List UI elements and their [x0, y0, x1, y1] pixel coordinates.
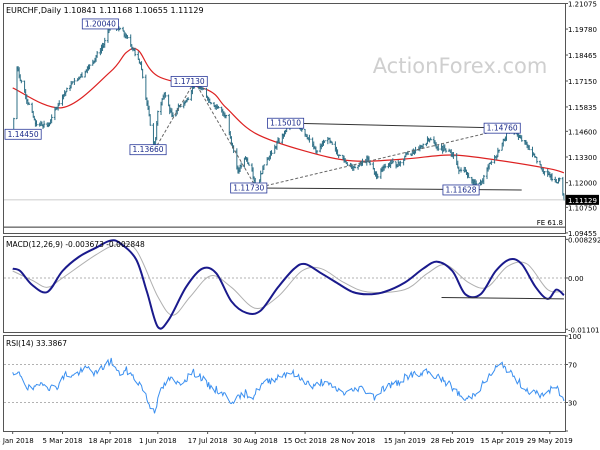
fe-label: FE 61.8 [537, 219, 563, 227]
x-tick-label: 15 Jan 2019 [384, 437, 426, 445]
price-label: 1.14760 [487, 124, 518, 133]
rsi-y-tick-label: 70 [568, 362, 577, 370]
x-tick-label: 1 Jun 2018 [139, 437, 177, 445]
macd-y-tick-label: 0.008292 [568, 236, 600, 244]
price-y-tick-label: 1.12000 [568, 180, 597, 188]
watermark: ActionForex.com [373, 54, 548, 78]
rsi-y-tick-label: 100 [568, 333, 581, 341]
x-tick-label: 30 Aug 2018 [233, 437, 278, 445]
price-y-tick-label: 1.10750 [568, 204, 597, 212]
x-tick-label: 28 Feb 2019 [431, 437, 475, 445]
price-y-tick-label: 1.18465 [568, 52, 597, 60]
price-y-tick-label: 1.15835 [568, 104, 597, 112]
price-y-tick-label: 1.13300 [568, 154, 597, 162]
eurchf-daily-chart: ActionForex.com FE 61.8 1.111291.200401.… [0, 0, 600, 450]
price-label: 1.20040 [85, 19, 116, 28]
x-tick-label: 18 Jan 2018 [0, 437, 34, 445]
price-label: 1.13660 [133, 145, 164, 154]
rsi-title: RSI(14) 33.3867 [6, 339, 67, 348]
x-tick-label: 18 Apr 2018 [88, 437, 131, 445]
price-label: 1.11730 [233, 183, 264, 192]
macd-y-tick-label: 0.00 [568, 275, 584, 283]
price-y-tick-label: 1.19780 [568, 26, 597, 34]
price-y-tick-label: 1.21075 [568, 1, 597, 9]
price-label: 1.15010 [270, 119, 301, 128]
x-tick-label: 15 Oct 2018 [283, 437, 326, 445]
rsi-y-tick-label: 30 [568, 400, 577, 408]
macd-title: MACD(12,26,9) -0.003673 -0.002848 [6, 240, 145, 249]
x-tick-label: 29 May 2019 [527, 437, 573, 445]
x-tick-label: 15 Apr 2019 [481, 437, 524, 445]
price-y-tick-label: 1.17150 [568, 78, 597, 86]
x-tick-label: 28 Nov 2018 [330, 437, 375, 445]
price-label: 1.11628 [446, 185, 477, 194]
price-label: 1.17130 [174, 77, 205, 86]
symbol-header: EURCHF,Daily 1.10841 1.11168 1.10655 1.1… [6, 6, 204, 15]
price-y-tick-label: 1.14600 [568, 128, 597, 136]
x-tick-label: 5 Mar 2018 [43, 437, 83, 445]
price-label: 1.14450 [8, 130, 39, 139]
x-tick-label: 17 Jul 2018 [188, 437, 228, 445]
